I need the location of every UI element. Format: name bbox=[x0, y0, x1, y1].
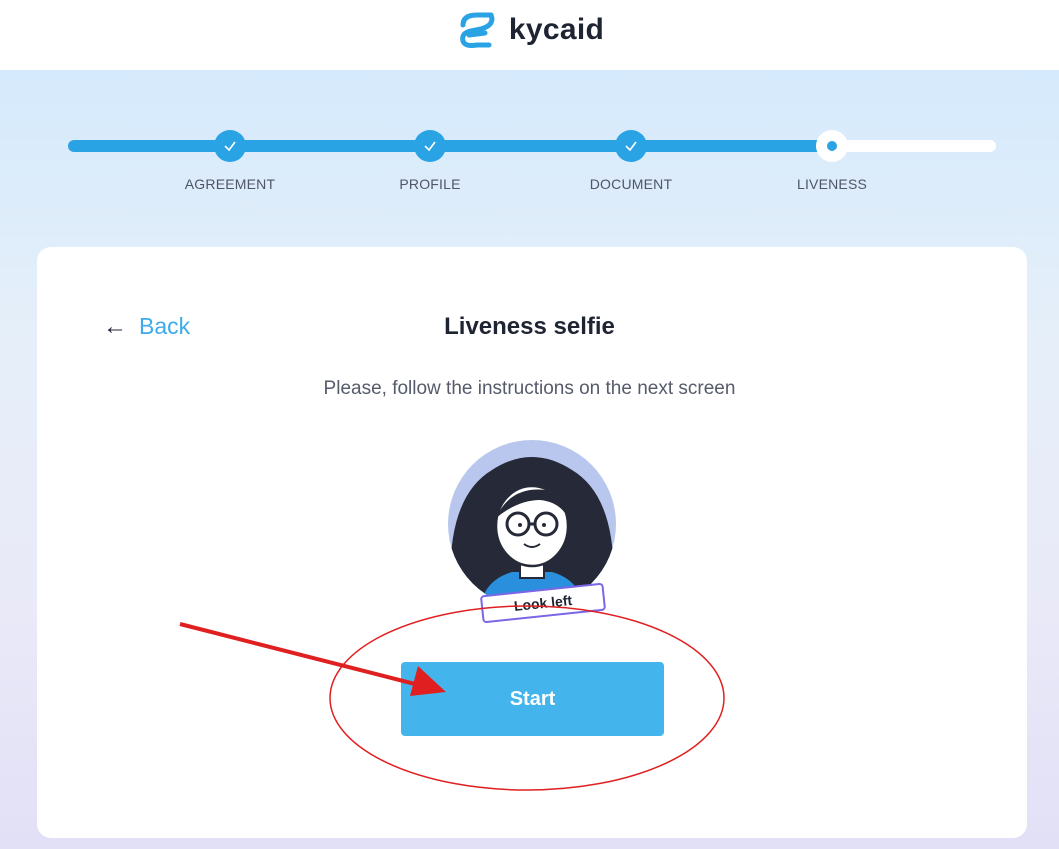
logo-text: kycaid bbox=[508, 13, 605, 46]
app-header: kycaid bbox=[0, 0, 1059, 70]
page-subtitle: Please, follow the instructions on the n… bbox=[323, 378, 736, 399]
step-label-document: DOCUMENT bbox=[589, 176, 673, 192]
kycaid-swirl-icon bbox=[460, 12, 495, 48]
step-label-liveness: LIVENESS bbox=[796, 176, 868, 192]
step-agreement-check-icon bbox=[214, 130, 246, 162]
step-document-check-icon bbox=[615, 130, 647, 162]
progress-fill bbox=[68, 140, 832, 152]
selfie-illustration: Look left bbox=[448, 440, 616, 624]
kycaid-logo: kycaid bbox=[455, 11, 604, 49]
page-title: Liveness selfie bbox=[444, 313, 615, 340]
start-button[interactable]: Start bbox=[401, 662, 664, 736]
step-label-agreement: AGREEMENT bbox=[184, 176, 276, 192]
step-profile-check-icon bbox=[414, 130, 446, 162]
step-label-profile: PROFILE bbox=[399, 176, 461, 192]
step-liveness-current-dot bbox=[816, 130, 848, 162]
